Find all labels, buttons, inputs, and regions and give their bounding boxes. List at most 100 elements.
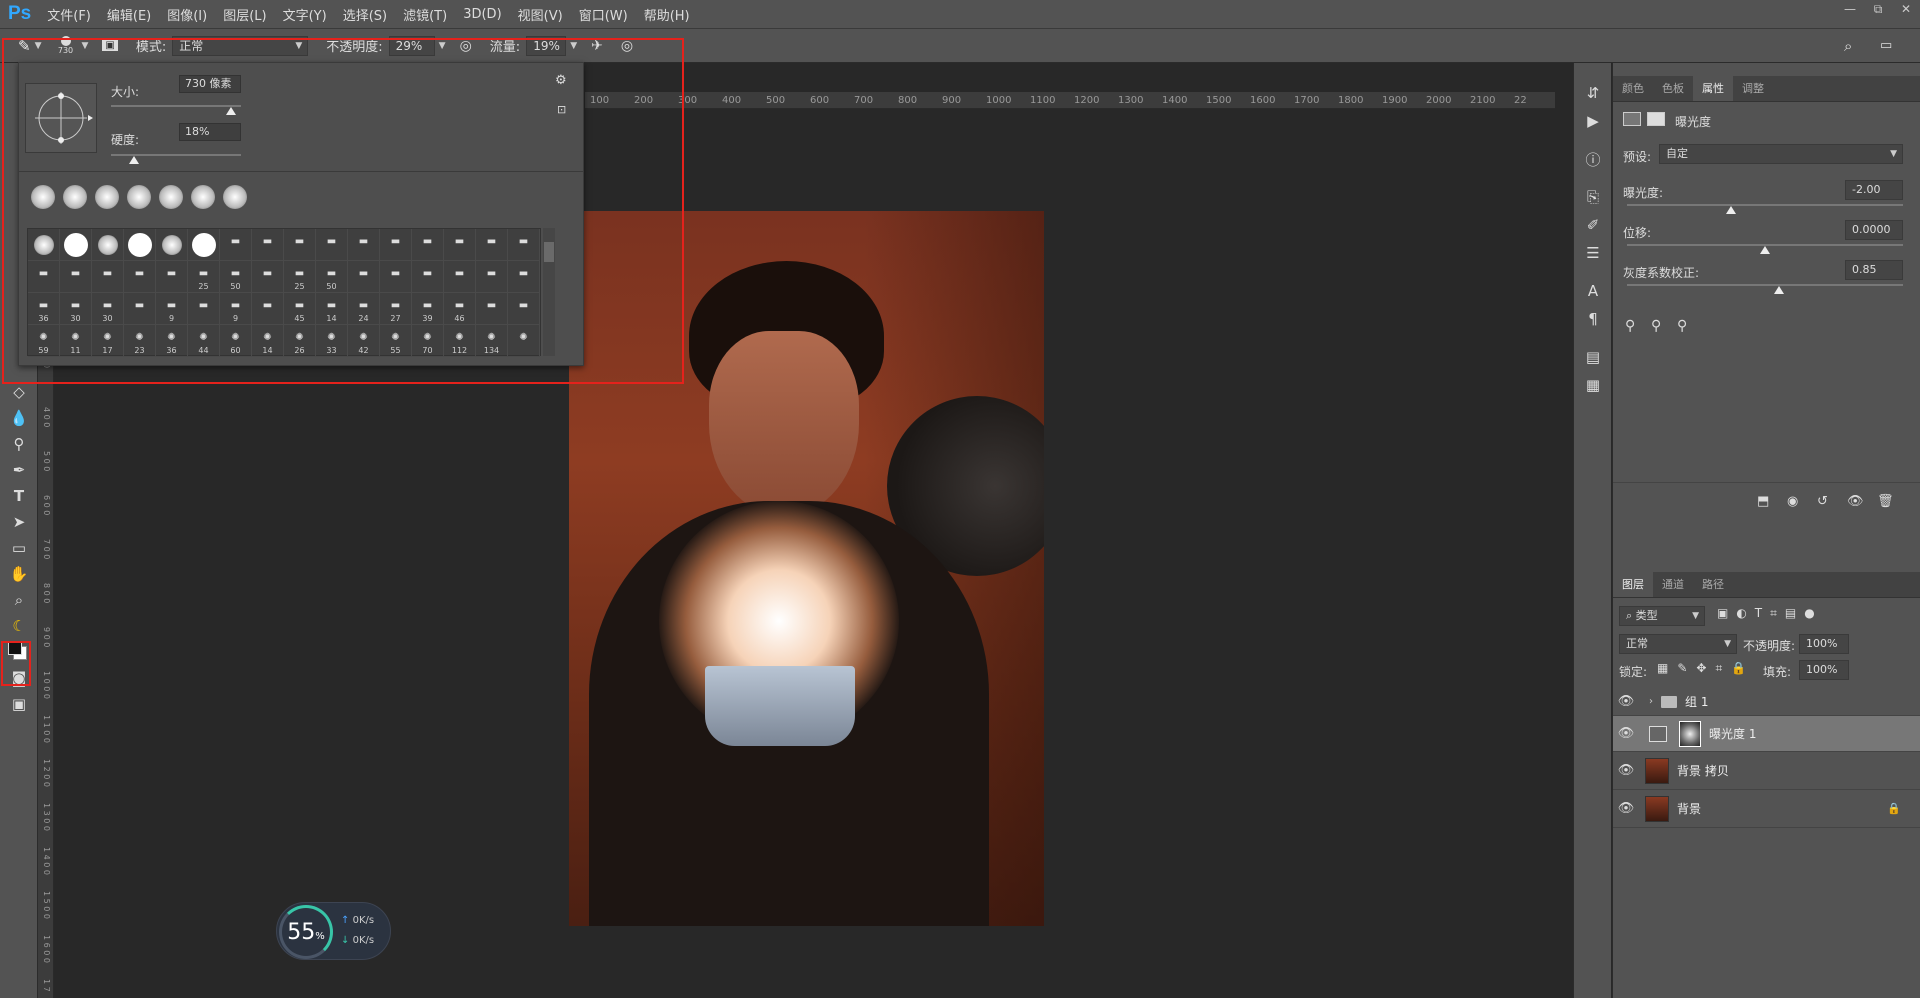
layer-mask-thumbnail[interactable] [1679,720,1701,747]
adjustments-icon[interactable]: ☰ [1574,239,1612,267]
menu-file[interactable]: 文件(F) [39,5,99,24]
tab-layers[interactable]: 图层 [1613,572,1653,597]
notes-icon[interactable]: ▦ [1574,371,1612,399]
visibility-eye-icon[interactable]: 👁 [1613,763,1639,778]
close-button[interactable]: ✕ [1892,0,1920,18]
ruler-label: 1 5 0 0 [42,891,51,919]
adjustment-layer-icon [1649,725,1667,742]
search-icon[interactable]: ⌕ [1844,37,1852,55]
ruler-label: 800 [898,95,918,106]
fill-field[interactable]: 100% [1799,660,1849,680]
fill-label: 填充: [1763,665,1792,679]
paragraph-icon[interactable]: ¶ [1574,305,1612,333]
exposure-field[interactable]: -2.00 [1845,180,1903,200]
ruler-label: 1300 [1118,95,1144,106]
menu-window[interactable]: 窗口(W) [571,5,636,24]
ruler-label: 2100 [1470,95,1496,106]
tab-swatches[interactable]: 色板 [1653,76,1693,101]
blend-mode-select[interactable]: 正常 ▼ [1619,634,1737,654]
eyedropper-black-icon[interactable]: ⚲ [1625,318,1635,334]
offset-slider-handle[interactable] [1760,246,1770,254]
hand-tool-icon[interactable]: ✋ [0,561,38,587]
menu-layer[interactable]: 图层(L) [215,5,274,24]
clone-source-icon[interactable]: ⎘ [1574,183,1612,211]
menu-select[interactable]: 选择(S) [335,5,395,24]
ruler-label: 22 [1514,95,1527,106]
network-speed-widget[interactable]: 55% ↑ 0K/s ↓ 0K/s [276,902,391,960]
chevron-down-icon: ▼ [1692,611,1699,621]
eyedropper-white-icon[interactable]: ⚲ [1677,318,1687,334]
tab-color[interactable]: 颜色 [1613,76,1653,101]
layer-name: 曝光度 1 [1709,727,1757,741]
gamma-slider-handle[interactable] [1773,286,1784,294]
visibility-eye-icon[interactable]: 👁 [1613,726,1639,741]
tab-channels[interactable]: 通道 [1653,572,1693,597]
blur-tool-icon[interactable]: 💧 [0,405,38,431]
character-icon[interactable]: A [1574,277,1612,305]
lock-icons[interactable]: ▦✎✥⌗🔒 [1657,661,1755,676]
menu-filter[interactable]: 滤镜(T) [395,5,455,24]
download-value: 0K/s [352,935,375,946]
speed-percent-unit: % [315,930,325,942]
ruler-label: 1 0 0 0 [42,671,51,699]
restore-button[interactable]: ⧉ [1864,0,1892,18]
visibility-eye-icon[interactable]: 👁 [1613,694,1639,709]
preset-select[interactable]: 自定 ▼ [1659,144,1903,164]
offset-field[interactable]: 0.0000 [1845,220,1903,240]
gamma-field[interactable]: 0.85 [1845,260,1903,280]
exposure-slider[interactable] [1627,204,1903,206]
trash-icon[interactable]: 🗑 [1877,494,1894,509]
view-previous-icon[interactable]: ◉ [1787,494,1798,509]
layer-filter-icons[interactable]: ▣◐T⌗▤● [1717,606,1823,621]
brush-settings-icon[interactable]: ✐ [1574,211,1612,239]
menu-edit[interactable]: 编辑(E) [99,5,159,24]
menu-type[interactable]: 文字(Y) [275,5,335,24]
layer-row-exposure[interactable]: 👁 曝光度 1 [1613,716,1920,752]
gamma-slider[interactable] [1627,284,1903,286]
mask-icon[interactable] [1647,112,1665,126]
menu-view[interactable]: 视图(V) [510,5,571,24]
actions-play-icon[interactable]: ▶ [1574,107,1612,135]
tab-adjustments[interactable]: 调整 [1733,76,1773,101]
path-select-tool-icon[interactable]: ➤ [0,509,38,535]
visibility-icon[interactable]: 👁 [1847,494,1864,509]
pen-tool-icon[interactable]: ✒ [0,457,38,483]
eyedropper-gray-icon[interactable]: ⚲ [1651,318,1661,334]
type-tool-icon[interactable]: T [0,483,38,509]
exposure-slider-handle[interactable] [1725,206,1736,214]
info-icon[interactable]: ⓘ [1574,145,1612,173]
ruler-label: 1900 [1382,95,1408,106]
tab-paths[interactable]: 路径 [1693,572,1733,597]
layer-row-background[interactable]: 👁 背景 🔒 [1613,790,1920,828]
ruler-label: 2000 [1426,95,1452,106]
menu-3d[interactable]: 3D(D) [455,7,509,22]
reset-icon[interactable]: ↺ [1817,494,1828,509]
tab-properties[interactable]: 属性 [1693,76,1733,101]
history-icon[interactable]: ⇵ [1574,79,1612,107]
ruler-label: 1 1 0 0 [42,715,51,743]
menu-image[interactable]: 图像(I) [159,5,215,24]
screen-mode-icon[interactable]: ▣ [0,691,38,717]
preset-value: 自定 [1666,147,1688,160]
speed-ring: 55% [279,905,333,959]
chevron-down-icon: ▼ [1724,639,1731,649]
workspace-icon[interactable]: ▭ [1880,38,1892,53]
layer-row-group[interactable]: 👁 › 组 1 [1613,688,1920,716]
menu-help[interactable]: 帮助(H) [636,5,698,24]
layer-opacity-field[interactable]: 100% [1799,634,1849,654]
visibility-eye-icon[interactable]: 👁 [1613,801,1639,816]
layer-filter-select[interactable]: ⌕ 类型 ▼ [1619,606,1705,626]
rectangle-tool-icon[interactable]: ▭ [0,535,38,561]
libraries-icon[interactable]: ▤ [1574,343,1612,371]
chevron-right-icon[interactable]: › [1649,696,1653,707]
layer-name: 背景 拷贝 [1677,764,1729,778]
zoom-tool-icon[interactable]: ⌕ [0,587,38,613]
adjustment-layer-icon[interactable] [1623,112,1641,126]
minimize-button[interactable]: — [1836,0,1864,18]
ruler-label: 1 6 0 0 [42,935,51,963]
dodge-tool-icon[interactable]: ⚲ [0,431,38,457]
clip-to-layer-icon[interactable]: ⬒ [1757,494,1769,509]
layer-row-bg-copy[interactable]: 👁 背景 拷贝 [1613,752,1920,790]
download-speed: ↓ 0K/s [341,935,374,946]
banana-icon[interactable]: ☾ [0,613,38,639]
